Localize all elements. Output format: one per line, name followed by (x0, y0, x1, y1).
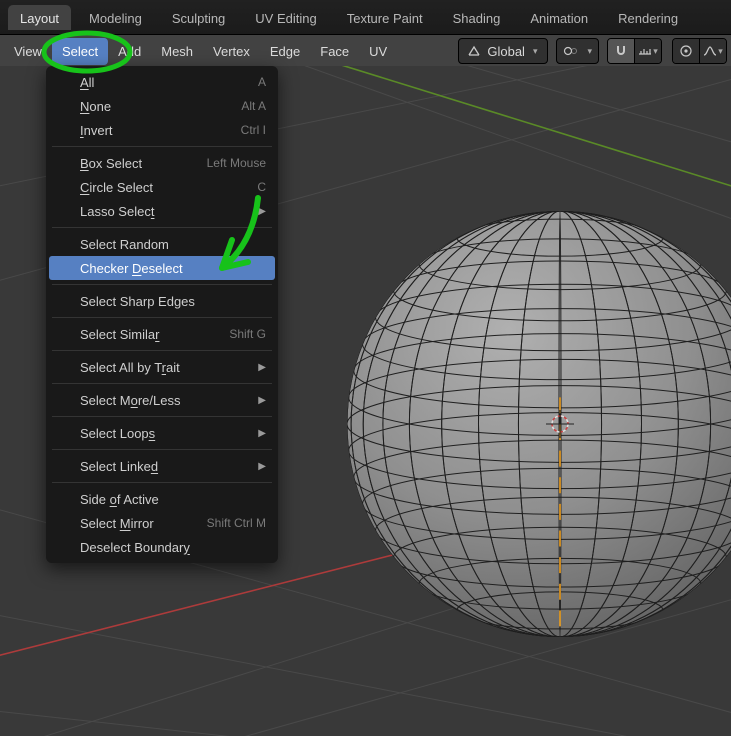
chevron-down-icon: ▾ (587, 46, 592, 57)
menu-item-lasso-select[interactable]: Lasso Select ▶ (46, 199, 278, 223)
snap-element-dropdown[interactable]: ▾ (634, 39, 661, 63)
menu-item-shortcut: Shift G (229, 327, 266, 341)
select-menu-panel: All A None Alt A Invert Ctrl I Box Select Left … (46, 66, 278, 563)
menu-separator (52, 227, 272, 228)
menu-item-select-sharp-edges[interactable]: Select Sharp Edges (46, 289, 278, 313)
proportional-icon (679, 44, 693, 58)
workspace-tab-bar: LayoutModelingSculptingUV Editing Texture… (0, 0, 731, 35)
menu-item-checker-deselect[interactable]: Checker Deselect (49, 256, 275, 280)
orientation-icon (467, 44, 481, 58)
proportional-falloff-dropdown[interactable]: ▾ (699, 39, 726, 63)
menu-item-label: None (80, 99, 111, 114)
menu-item-side-of-active[interactable]: Side of Active (46, 487, 278, 511)
menu-separator (52, 482, 272, 483)
menu-item-shortcut: C (257, 180, 266, 194)
menu-item-shortcut: A (258, 75, 266, 89)
chevron-down-icon: ▾ (718, 46, 723, 57)
y-axis-line (280, 66, 731, 201)
menu-item-label: Deselect Boundary (80, 540, 190, 555)
menu-item-label: Invert (80, 123, 113, 138)
menu-item-label: Box Select (80, 156, 142, 171)
menu-separator (52, 146, 272, 147)
header-menu-vertex[interactable]: Vertex (203, 38, 260, 65)
menu-item-select-linked[interactable]: Select Linked ▶ (46, 454, 278, 478)
falloff-smooth-icon (703, 44, 717, 58)
menu-item-shortcut: Alt A (241, 99, 266, 113)
menu-separator (52, 449, 272, 450)
menu-separator (52, 284, 272, 285)
chevron-down-icon: ▾ (653, 46, 658, 57)
menu-item-label: All (80, 75, 94, 90)
header-menu-edge[interactable]: Edge (260, 38, 310, 65)
header-menu-face[interactable]: Face (310, 38, 359, 65)
submenu-arrow-icon: ▶ (258, 461, 266, 472)
menu-separator (52, 350, 272, 351)
header-menu-add[interactable]: Add (108, 38, 151, 65)
submenu-arrow-icon: ▶ (258, 395, 266, 406)
magnet-icon (614, 44, 628, 58)
pivot-point-dropdown[interactable]: ▾ (556, 38, 599, 64)
submenu-arrow-icon: ▶ (258, 206, 266, 217)
workspace-tab-sculpting[interactable]: Sculpting (160, 5, 237, 30)
header-menu-select[interactable]: Select (52, 38, 108, 65)
editor-header: ViewSelectAddMeshVertexEdgeFaceUV Global… (0, 35, 731, 68)
transform-orientation-dropdown[interactable]: Global ▾ (458, 38, 548, 64)
workspace-tab-rendering[interactable]: Rendering (606, 5, 690, 30)
submenu-arrow-icon: ▶ (258, 428, 266, 439)
menu-item-label: Checker Deselect (80, 261, 183, 276)
menu-item-label: Lasso Select (80, 204, 154, 219)
menu-item-label: Select Similar (80, 327, 159, 342)
menu-item-label: Select Loops (80, 426, 155, 441)
menu-item-label: Side of Active (80, 492, 159, 507)
menu-item-label: Select Random (80, 237, 169, 252)
menu-item-circle-select[interactable]: Circle Select C (46, 175, 278, 199)
transform-orientation-label: Global (487, 44, 525, 59)
menu-item-none[interactable]: None Alt A (46, 94, 278, 118)
chevron-down-icon: ▾ (533, 46, 538, 57)
proportional-editing-toggle[interactable] (673, 39, 699, 63)
menu-item-shortcut: Ctrl I (241, 123, 266, 137)
menu-item-invert[interactable]: Invert Ctrl I (46, 118, 278, 142)
menu-item-label: Select All by Trait (80, 360, 180, 375)
menu-item-select-mirror[interactable]: Select Mirror Shift Ctrl M (46, 511, 278, 535)
increment-icon (638, 44, 652, 58)
header-menu-mesh[interactable]: Mesh (151, 38, 203, 65)
menu-item-label: Select Mirror (80, 516, 154, 531)
menu-item-box-select[interactable]: Box Select Left Mouse (46, 151, 278, 175)
submenu-arrow-icon: ▶ (258, 362, 266, 373)
menu-item-label: Circle Select (80, 180, 153, 195)
workspace-tab-layout[interactable]: Layout (8, 5, 71, 30)
menu-item-label: Select More/Less (80, 393, 180, 408)
menu-item-shortcut: Left Mouse (207, 156, 266, 170)
menu-item-select-more-less[interactable]: Select More/Less ▶ (46, 388, 278, 412)
menu-item-select-similar[interactable]: Select Similar Shift G (46, 322, 278, 346)
header-menu-view[interactable]: View (4, 38, 52, 65)
workspace-tab-texture-paint[interactable]: Texture Paint (335, 5, 435, 30)
menu-item-select-random[interactable]: Select Random (46, 232, 278, 256)
menu-separator (52, 416, 272, 417)
snap-toggle-button[interactable] (608, 39, 634, 63)
pivot-icon (563, 44, 579, 58)
menu-item-deselect-boundary[interactable]: Deselect Boundary (46, 535, 278, 559)
menu-item-select-loops[interactable]: Select Loops ▶ (46, 421, 278, 445)
menu-item-label: Select Linked (80, 459, 158, 474)
menu-item-shortcut: Shift Ctrl M (207, 516, 266, 530)
menu-item-select-all-by-trait[interactable]: Select All by Trait ▶ (46, 355, 278, 379)
header-menu-uv[interactable]: UV (359, 38, 397, 65)
menu-item-all[interactable]: All A (46, 70, 278, 94)
menu-item-label: Select Sharp Edges (80, 294, 195, 309)
menu-separator (52, 317, 272, 318)
workspace-tab-shading[interactable]: Shading (441, 5, 513, 30)
uv-sphere (347, 211, 731, 637)
workspace-tab-modeling[interactable]: Modeling (77, 5, 154, 30)
menu-separator (52, 383, 272, 384)
workspace-tab-uv-editing[interactable]: UV Editing (243, 5, 328, 30)
workspace-tab-animation[interactable]: Animation (518, 5, 600, 30)
